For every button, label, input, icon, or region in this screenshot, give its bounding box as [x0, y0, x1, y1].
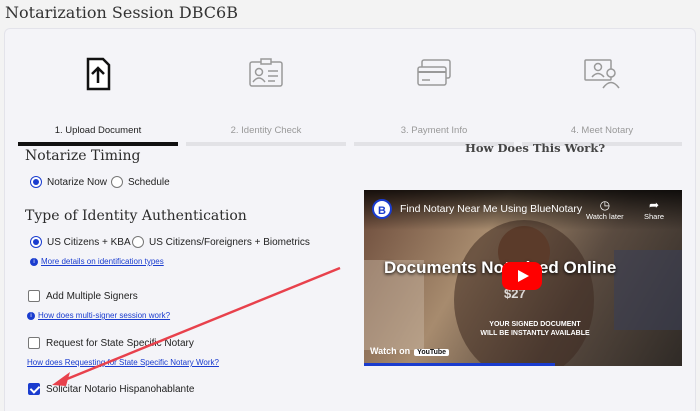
- credit-card-icon: [416, 57, 452, 94]
- youtube-logo-icon: YouTube: [414, 349, 450, 356]
- radio-button[interactable]: [30, 236, 42, 248]
- video-title[interactable]: Find Notary Near Me Using BlueNotary: [400, 203, 582, 215]
- checkbox[interactable]: [28, 290, 40, 302]
- checkbox-state-notary[interactable]: Request for State Specific Notary: [28, 337, 194, 349]
- step-payment-info[interactable]: 3. Payment Info: [354, 57, 514, 147]
- radio-label: US Citizens/Foreigners + Biometrics: [149, 236, 310, 248]
- radio-button[interactable]: [30, 176, 42, 188]
- video-player[interactable]: B Find Notary Near Me Using BlueNotary ◷…: [364, 190, 682, 366]
- identification-types-link[interactable]: i More details on identification types: [30, 257, 164, 266]
- timing-heading: Notarize Timing: [25, 148, 141, 164]
- checkbox-spanish-notary[interactable]: Solicitar Notario Hispanohablante: [28, 383, 194, 395]
- how-it-works-heading: How Does This Work?: [465, 141, 606, 155]
- video-headline: Documents Notarized Online: [384, 258, 617, 277]
- page-title: Notarization Session DBC6B: [5, 3, 238, 22]
- radio-button[interactable]: [132, 236, 144, 248]
- clock-icon: ◷: [599, 198, 611, 212]
- radio-label: Notarize Now: [47, 176, 108, 188]
- link-text: How does multi-signer session work?: [38, 311, 171, 320]
- video-subtext: YOUR SIGNED DOCUMENT WILL BE INSTANTLY A…: [480, 321, 590, 337]
- link-text: More details on identification types: [41, 257, 164, 266]
- checkbox[interactable]: [28, 337, 40, 349]
- checkbox[interactable]: [28, 383, 40, 395]
- step-label: 3. Payment Info: [400, 125, 468, 136]
- multi-signer-link[interactable]: i How does multi-signer session work?: [27, 311, 170, 320]
- radio-label: US Citizens + KBA: [47, 236, 131, 248]
- checkbox-label: Request for State Specific Notary: [46, 337, 194, 349]
- id-card-icon: [248, 57, 284, 94]
- step-progress-bar: [18, 142, 178, 146]
- channel-logo[interactable]: B: [372, 199, 392, 219]
- radio-label: Schedule: [128, 176, 170, 188]
- checkbox-label: Add Multiple Signers: [46, 290, 138, 302]
- step-label: 1. Upload Document: [54, 125, 142, 136]
- step-label: 2. Identity Check: [230, 125, 302, 136]
- step-label: 4. Meet Notary: [570, 125, 634, 136]
- watch-later-button[interactable]: ◷ Watch later: [586, 198, 624, 221]
- radio-notarize-now[interactable]: Notarize Now: [30, 176, 107, 188]
- watch-later-label: Watch later: [586, 212, 624, 221]
- radio-schedule[interactable]: Schedule: [111, 176, 170, 188]
- step-progress-bar: [186, 142, 346, 146]
- checkbox-label: Solicitar Notario Hispanohablante: [46, 383, 195, 395]
- info-icon: i: [27, 311, 35, 320]
- info-icon: i: [30, 257, 38, 266]
- notary-meeting-icon: [583, 57, 621, 94]
- share-button[interactable]: ➦ Share: [644, 198, 664, 221]
- checkbox-multiple-signers[interactable]: Add Multiple Signers: [28, 290, 138, 302]
- identity-heading: Type of Identity Authentication: [25, 208, 247, 224]
- watch-on-youtube[interactable]: Watch on YouTube: [370, 346, 450, 356]
- share-label: Share: [644, 212, 665, 221]
- play-button[interactable]: [502, 262, 542, 290]
- step-meet-notary[interactable]: 4. Meet Notary: [522, 57, 682, 147]
- step-upload-document[interactable]: 1. Upload Document: [18, 57, 178, 147]
- radio-us-citizens-kba[interactable]: US Citizens + KBA: [30, 236, 131, 248]
- radio-biometrics[interactable]: US Citizens/Foreigners + Biometrics: [132, 236, 310, 248]
- watch-on-label: Watch on: [370, 346, 411, 356]
- radio-button[interactable]: [111, 176, 123, 188]
- share-icon: ➦: [648, 198, 660, 212]
- upload-document-icon: [81, 57, 115, 96]
- state-notary-link[interactable]: How does Requesting for State Specific N…: [27, 358, 219, 367]
- step-identity-check[interactable]: 2. Identity Check: [186, 57, 346, 147]
- video-progress-bar: [364, 363, 555, 366]
